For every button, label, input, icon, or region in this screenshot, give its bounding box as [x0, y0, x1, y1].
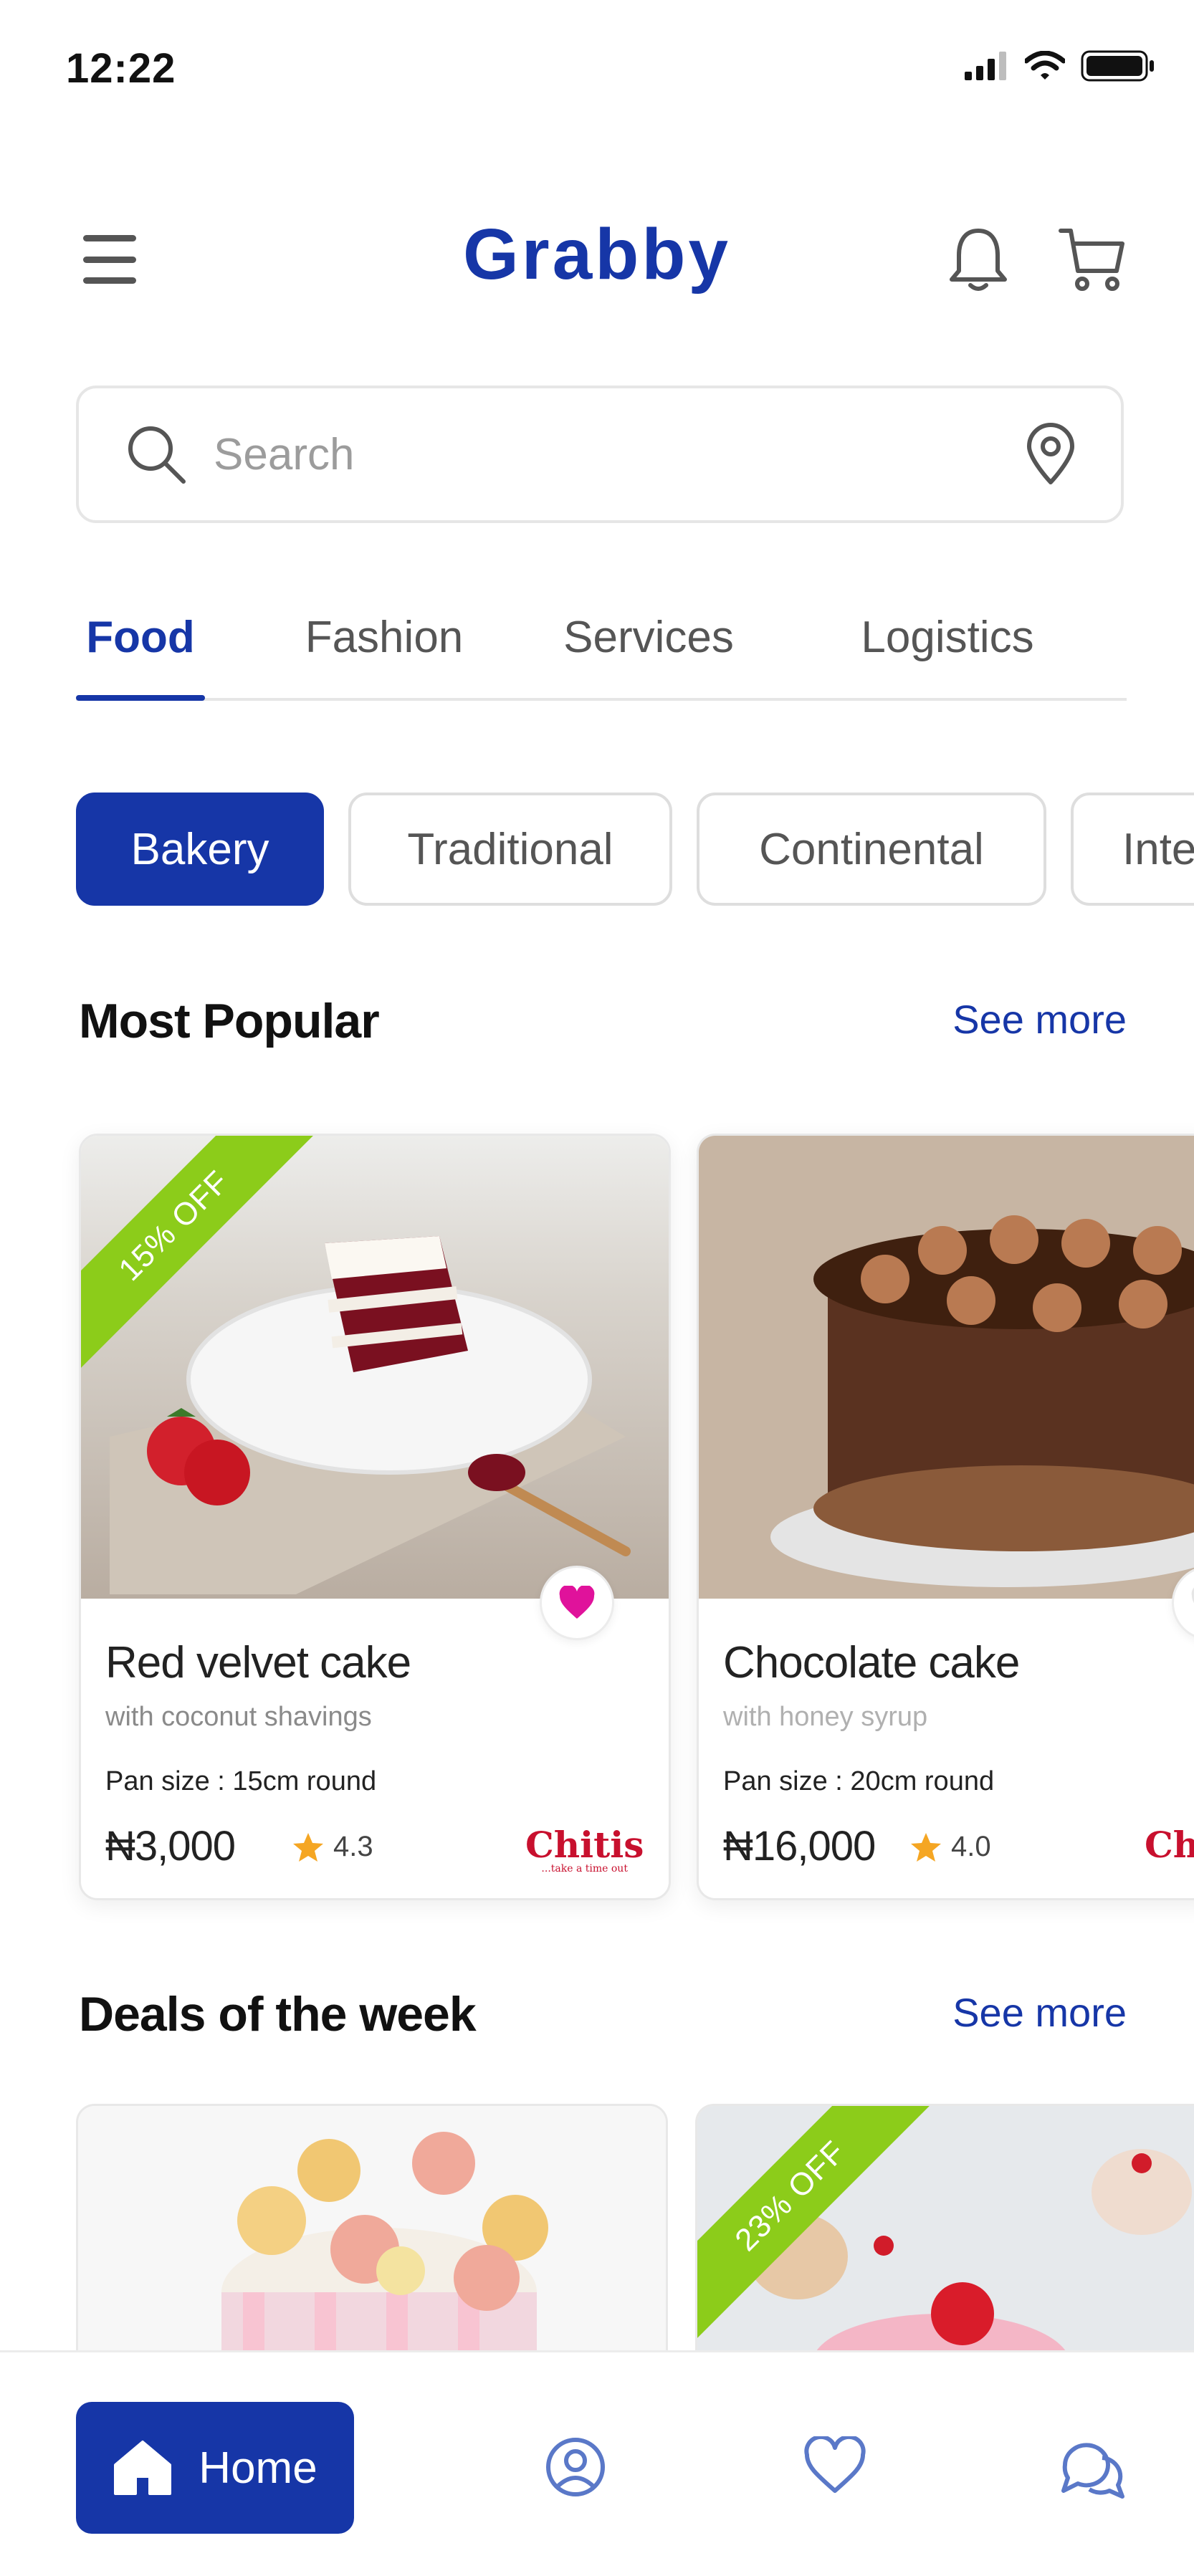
product-subtitle: with honey syrup: [723, 1702, 928, 1732]
status-icons: [965, 50, 1155, 82]
product-price: ₦16,000: [723, 1823, 876, 1869]
product-card[interactable]: 15% OFF Red velvet cake with coconut sha…: [79, 1134, 671, 1900]
search-bar[interactable]: [76, 386, 1124, 523]
rating-value: 4.3: [333, 1831, 373, 1862]
chip-continental[interactable]: Continental: [697, 793, 1046, 906]
deal-image: [78, 2106, 666, 2388]
app-title: Grabby: [462, 214, 732, 295]
heart-filled-icon: [559, 1586, 595, 1619]
status-time: 12:22: [66, 45, 176, 92]
chip-traditional[interactable]: Traditional: [348, 793, 672, 906]
deal-card[interactable]: [76, 2104, 668, 2390]
location-pin-icon[interactable]: [1023, 422, 1078, 487]
product-card[interactable]: Chocolate cake with honey syrup Pan size…: [697, 1134, 1194, 1900]
chat-icon[interactable]: [1058, 2436, 1127, 2501]
battery-icon: [1081, 50, 1154, 82]
vendor-name: Chi: [1145, 1824, 1194, 1866]
product-pan-size: Pan size : 15cm round: [105, 1766, 377, 1796]
product-rating: 4.0: [911, 1831, 991, 1863]
product-name: Chocolate cake: [723, 1638, 1020, 1687]
vendor-logo: Chi: [1145, 1824, 1194, 1866]
star-icon: [911, 1832, 941, 1862]
chip-bakery[interactable]: Bakery: [76, 793, 324, 906]
favorite-button[interactable]: [540, 1566, 614, 1640]
tab-services[interactable]: Services: [555, 595, 742, 698]
most-popular-title: Most Popular: [79, 994, 380, 1048]
product-price: ₦3,000: [105, 1823, 236, 1869]
product-rating: 4.3: [293, 1831, 373, 1863]
product-name: Red velvet cake: [105, 1638, 411, 1687]
category-tabs: Food Fashion Services Logistics: [76, 595, 1127, 701]
deals-title: Deals of the week: [79, 1987, 477, 2041]
tab-food[interactable]: Food: [76, 595, 205, 701]
product-image: [699, 1136, 1194, 1599]
cart-icon[interactable]: [1056, 224, 1128, 295]
vendor-name: Chitis: [525, 1824, 644, 1866]
tab-fashion[interactable]: Fashion: [295, 595, 473, 698]
most-popular-see-more[interactable]: See more: [952, 996, 1127, 1043]
product-image: 15% OFF: [81, 1136, 669, 1599]
search-icon: [128, 426, 186, 484]
subcategory-chips: Bakery Traditional Continental Inte: [76, 793, 1194, 907]
profile-icon[interactable]: [545, 2436, 606, 2498]
product-pan-size: Pan size : 20cm round: [723, 1766, 995, 1796]
bell-icon[interactable]: [945, 224, 1012, 295]
vendor-logo: Chitis ...take a time out: [525, 1824, 644, 1874]
tab-logistics[interactable]: Logistics: [851, 595, 1043, 698]
deal-card[interactable]: 23% OFF: [695, 2104, 1194, 2390]
signal-icon: [965, 52, 1006, 80]
vendor-tagline: ...take a time out: [541, 1863, 628, 1874]
star-icon: [293, 1832, 323, 1862]
home-icon: [114, 2441, 172, 2495]
search-input[interactable]: [214, 428, 1023, 480]
product-subtitle: with coconut shavings: [105, 1702, 372, 1732]
wifi-icon: [1025, 51, 1065, 80]
nav-home[interactable]: Home: [76, 2402, 354, 2534]
rating-value: 4.0: [951, 1831, 991, 1862]
deals-see-more[interactable]: See more: [952, 1989, 1127, 2036]
heart-outline-icon: [1191, 1587, 1194, 1604]
chip-international[interactable]: Inte: [1071, 793, 1194, 906]
nav-home-label: Home: [199, 2443, 317, 2493]
favorites-icon[interactable]: [803, 2436, 867, 2495]
